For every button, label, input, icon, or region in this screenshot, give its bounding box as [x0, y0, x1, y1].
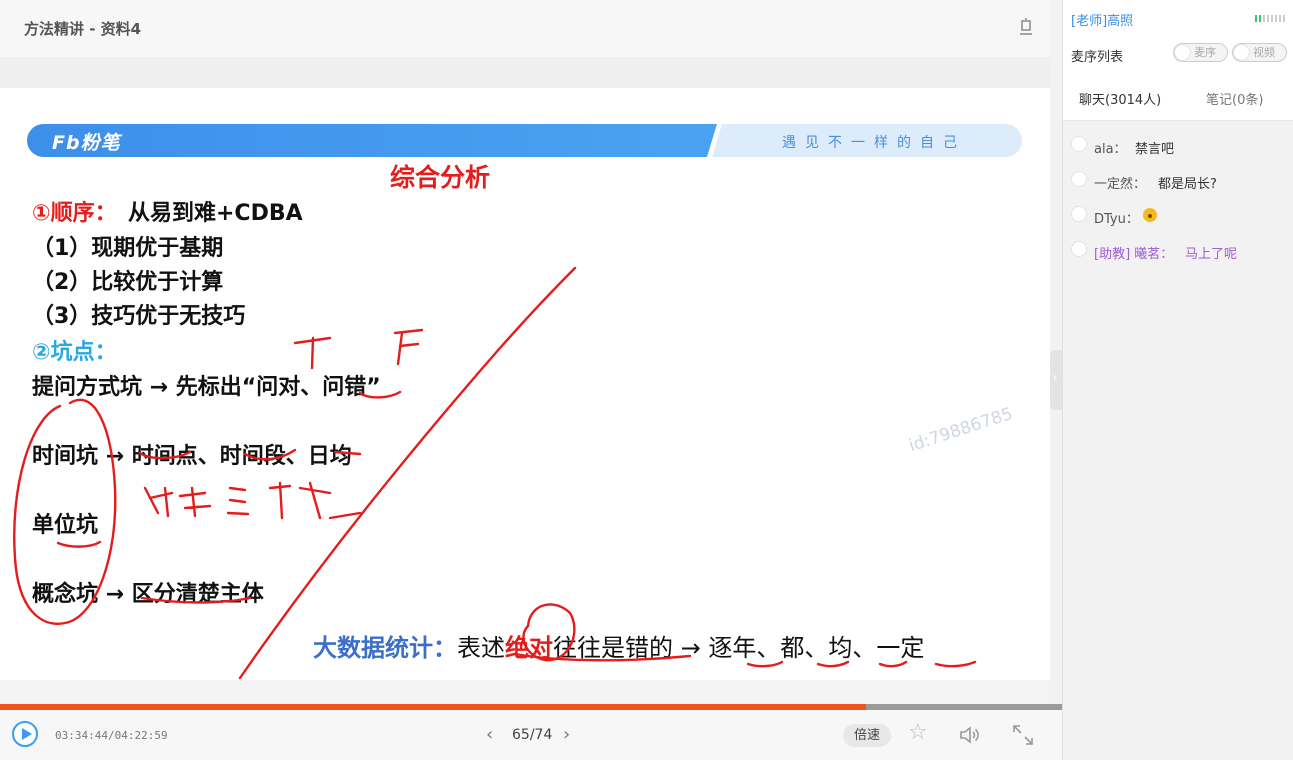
- slide-canvas: Fb粉笔 遇见不一样的自己 综合分析 ①顺序： 从易到难+CDBA （1）现期优…: [0, 88, 1050, 680]
- mic-queue-toggle[interactable]: 麦序: [1173, 43, 1228, 62]
- sender-name[interactable]: DTyu：: [1094, 208, 1139, 227]
- volume-icon[interactable]: [958, 723, 982, 747]
- slide-top-margin: [0, 57, 1050, 88]
- tab-notes[interactable]: 笔记(0条): [1206, 89, 1263, 108]
- teacher-name[interactable]: [老师]高照: [1071, 10, 1133, 29]
- side-panel: [老师]高照 麦序列表 麦序 视频 聊天(3014人) 笔记(0条) ala：: [1062, 0, 1293, 760]
- toggle-knob: [1175, 45, 1190, 60]
- tab-chat[interactable]: 聊天(3014人): [1079, 89, 1161, 108]
- avatar: [1071, 171, 1087, 187]
- speed-button[interactable]: 倍速: [843, 724, 891, 747]
- prev-page-button[interactable]: ‹: [486, 724, 493, 745]
- fullscreen-icon[interactable]: [1012, 724, 1034, 746]
- message-text: 马上了呢: [1185, 247, 1238, 262]
- sender-name[interactable]: [助教] 曦茗：: [1094, 243, 1173, 262]
- handwriting-annotations: [13, 266, 977, 680]
- player-area: 方法精讲 - 资料4 Fb粉笔 遇见不一样的自己 综合分析 ①顺序： 从易到难+…: [0, 0, 1062, 760]
- avatar: [1071, 136, 1087, 152]
- speaker-section: [老师]高照 麦序列表 麦序 视频: [1063, 0, 1293, 74]
- toggle-knob: [1234, 45, 1249, 60]
- avatar: [1071, 206, 1087, 222]
- toggle-label: 视频: [1253, 46, 1275, 59]
- video-toggle[interactable]: 视频: [1232, 43, 1287, 62]
- mic-list-label: 麦序列表: [1071, 50, 1124, 65]
- title-bar: 方法精讲 - 资料4: [0, 0, 1050, 57]
- timecode: 03:34:44/04:22:59: [55, 729, 168, 742]
- page-counter: 65/74: [512, 727, 553, 743]
- report-icon[interactable]: [1018, 18, 1034, 38]
- slide-bottom-margin: [0, 680, 1050, 704]
- star-icon[interactable]: ☆: [908, 722, 928, 744]
- toggle-label: 麦序: [1194, 46, 1216, 59]
- page-title: 方法精讲 - 资料4: [24, 20, 142, 38]
- chevron-right-icon: ›: [1052, 370, 1058, 386]
- message-text: [1143, 208, 1157, 224]
- chat-list: ala： 禁言吧 一定然： 都是局长? DTyu： [助教] 曦茗： 马上了呢: [1063, 128, 1293, 268]
- next-page-button[interactable]: ›: [563, 724, 570, 745]
- signal-icon: [1255, 15, 1285, 22]
- player-controls: 03:34:44/04:22:59 ‹ 65/74 › 倍速 ☆: [0, 710, 1062, 760]
- chat-message: [助教] 曦茗： 马上了呢: [1063, 233, 1293, 268]
- message-text: 都是局长?: [1158, 177, 1217, 192]
- panel-tabs: 聊天(3014人) 笔记(0条): [1063, 73, 1293, 121]
- chat-message: 一定然： 都是局长?: [1063, 163, 1293, 198]
- play-button[interactable]: [12, 721, 38, 747]
- message-text: 禁言吧: [1135, 142, 1175, 157]
- chat-message: DTyu：: [1063, 198, 1293, 233]
- collapse-panel-button[interactable]: ›: [1050, 350, 1062, 410]
- surprised-emoji-icon: [1143, 208, 1157, 222]
- sender-name[interactable]: 一定然：: [1094, 173, 1146, 192]
- avatar: [1071, 241, 1087, 257]
- chat-message: ala： 禁言吧: [1063, 128, 1293, 163]
- sender-name[interactable]: ala：: [1094, 138, 1127, 157]
